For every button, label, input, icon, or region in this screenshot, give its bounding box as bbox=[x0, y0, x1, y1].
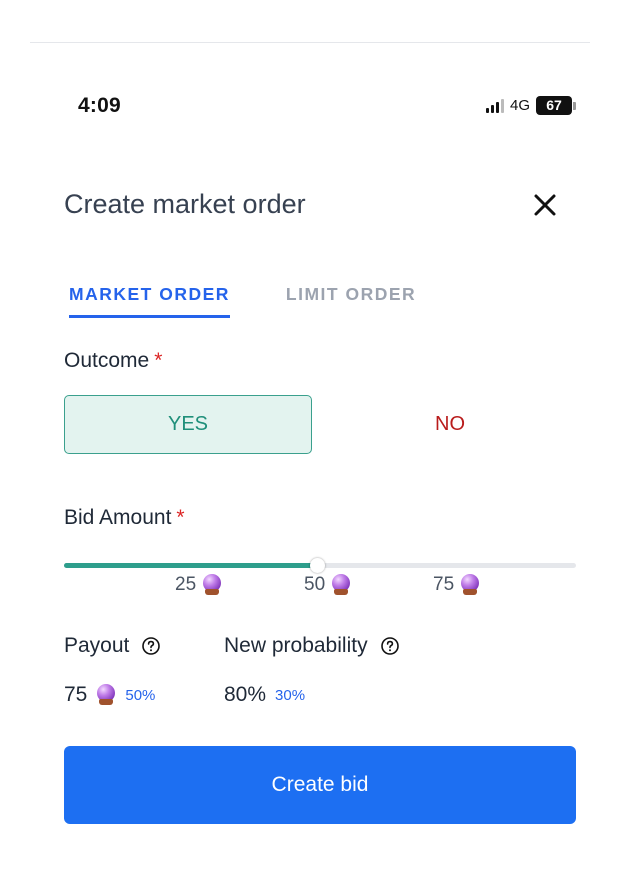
crystal-ball-icon bbox=[331, 574, 351, 596]
required-marker: * bbox=[154, 349, 163, 372]
bid-amount-label-text: Bid Amount bbox=[64, 506, 172, 529]
tab-market-order[interactable]: MARKET ORDER bbox=[69, 284, 230, 318]
slider-tick-25: 25 bbox=[175, 574, 222, 596]
slider-tick-75: 75 bbox=[433, 574, 480, 596]
tick-label: 50 bbox=[304, 574, 326, 595]
create-bid-button[interactable]: Create bid bbox=[64, 746, 576, 824]
network-type: 4G bbox=[510, 97, 531, 114]
bid-amount-slider[interactable] bbox=[64, 558, 576, 573]
new-probability-amount: 80% bbox=[224, 683, 267, 706]
yes-button[interactable]: YES bbox=[64, 395, 312, 454]
payout-value: 75 50% bbox=[64, 683, 155, 707]
crystal-ball-icon bbox=[202, 574, 222, 596]
status-time: 4:09 bbox=[78, 94, 121, 117]
signal-icon bbox=[486, 98, 504, 113]
battery-icon: 67 bbox=[536, 96, 577, 115]
payout-amount: 75 bbox=[64, 683, 88, 706]
outcome-label-text: Outcome bbox=[64, 349, 150, 372]
new-probability-value: 80% 30% bbox=[224, 683, 305, 707]
status-indicators: 4G 67 bbox=[486, 96, 577, 115]
help-circle-icon[interactable] bbox=[141, 636, 161, 656]
slider-thumb[interactable] bbox=[310, 558, 326, 573]
tick-label: 75 bbox=[433, 574, 455, 595]
no-button[interactable]: NO bbox=[325, 395, 575, 454]
crystal-ball-icon bbox=[460, 574, 480, 596]
payout-label: Payout bbox=[64, 634, 161, 658]
payout-label-text: Payout bbox=[64, 634, 130, 657]
probability-change: 30% bbox=[275, 686, 306, 704]
page-title: Create market order bbox=[64, 189, 306, 219]
new-probability-label-text: New probability bbox=[224, 634, 368, 657]
slider-tick-50: 50 bbox=[304, 574, 351, 596]
close-icon[interactable] bbox=[530, 190, 560, 220]
battery-level: 67 bbox=[536, 96, 573, 115]
new-probability-label: New probability bbox=[224, 634, 400, 658]
help-circle-icon[interactable] bbox=[380, 636, 400, 656]
required-marker: * bbox=[176, 506, 185, 529]
order-type-tabs: MARKET ORDER LIMIT ORDER bbox=[69, 284, 416, 318]
top-divider bbox=[30, 42, 590, 43]
slider-fill bbox=[64, 563, 318, 568]
crystal-ball-icon bbox=[96, 684, 116, 706]
tab-limit-order[interactable]: LIMIT ORDER bbox=[286, 284, 416, 318]
outcome-label: Outcome * bbox=[64, 349, 162, 373]
tick-label: 25 bbox=[175, 574, 197, 595]
payout-percent: 50% bbox=[125, 686, 156, 704]
bid-amount-label: Bid Amount * bbox=[64, 506, 185, 530]
